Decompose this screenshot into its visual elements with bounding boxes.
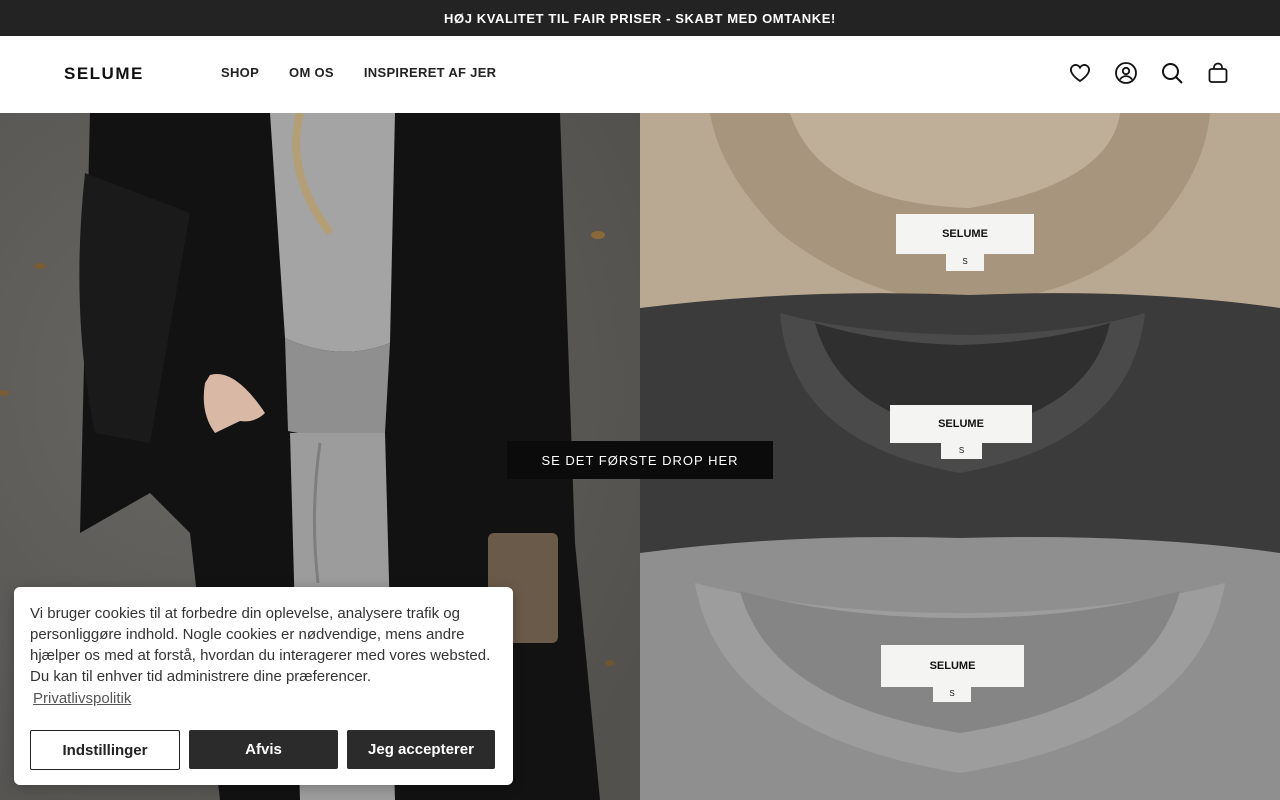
- announcement-text: HØJ KVALITET TIL FAIR PRISER - SKABT MED…: [444, 10, 836, 26]
- announcement-bar: HØJ KVALITET TIL FAIR PRISER - SKABT MED…: [0, 0, 1280, 36]
- garment-size-tag: S: [941, 442, 982, 459]
- logo[interactable]: SELUME: [64, 64, 144, 84]
- cookie-buttons: Indstillinger Afvis Jeg accepterer: [30, 730, 495, 770]
- cookie-settings-button[interactable]: Indstillinger: [30, 730, 180, 770]
- garment-label: SELUME: [881, 645, 1024, 687]
- cookie-accept-button[interactable]: Jeg accepterer: [347, 730, 495, 769]
- main-nav: SHOP OM OS INSPIRERET AF JER: [221, 65, 496, 80]
- garment-size-tag: S: [933, 684, 971, 702]
- header-icons: [1068, 61, 1230, 85]
- cookie-text: Vi bruger cookies til at forbedre din op…: [30, 605, 491, 685]
- search-icon[interactable]: [1160, 61, 1184, 85]
- heart-icon[interactable]: [1068, 61, 1092, 85]
- privacy-policy-link[interactable]: Privatlivspolitik: [33, 690, 131, 707]
- garment-label: SELUME: [890, 405, 1032, 443]
- hero-cta-button[interactable]: SE DET FØRSTE DROP HER: [507, 441, 773, 479]
- account-icon[interactable]: [1114, 61, 1138, 85]
- cart-icon[interactable]: [1206, 61, 1230, 85]
- cookie-decline-button[interactable]: Afvis: [189, 730, 338, 769]
- garment-size-tag: S: [946, 252, 984, 271]
- site-header: SELUME SHOP OM OS INSPIRERET AF JER: [0, 36, 1280, 113]
- nav-item-om-os[interactable]: OM OS: [289, 65, 334, 80]
- nav-item-shop[interactable]: SHOP: [221, 65, 259, 80]
- nav-item-inspireret[interactable]: INSPIRERET AF JER: [364, 65, 496, 80]
- cookie-banner: Vi bruger cookies til at forbedre din op…: [14, 587, 513, 785]
- garment-label: SELUME: [896, 214, 1034, 254]
